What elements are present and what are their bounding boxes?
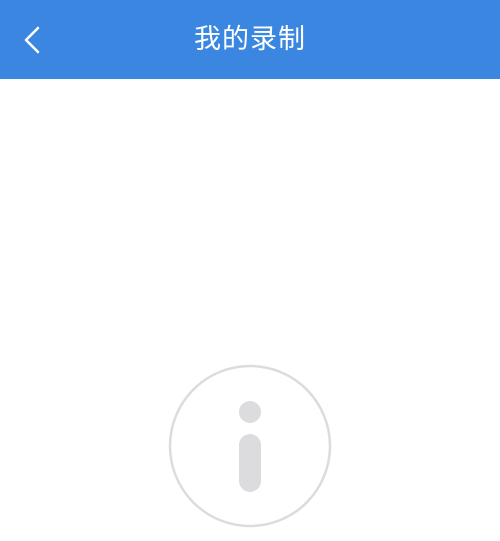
info-icon <box>168 364 332 528</box>
chevron-left-icon <box>21 25 43 55</box>
app-screen: 我的录制 <box>0 0 500 541</box>
recordings-content <box>0 79 500 541</box>
back-button[interactable] <box>0 0 64 79</box>
page-title: 我的录制 <box>194 24 306 55</box>
navigation-bar: 我的录制 <box>0 0 500 79</box>
